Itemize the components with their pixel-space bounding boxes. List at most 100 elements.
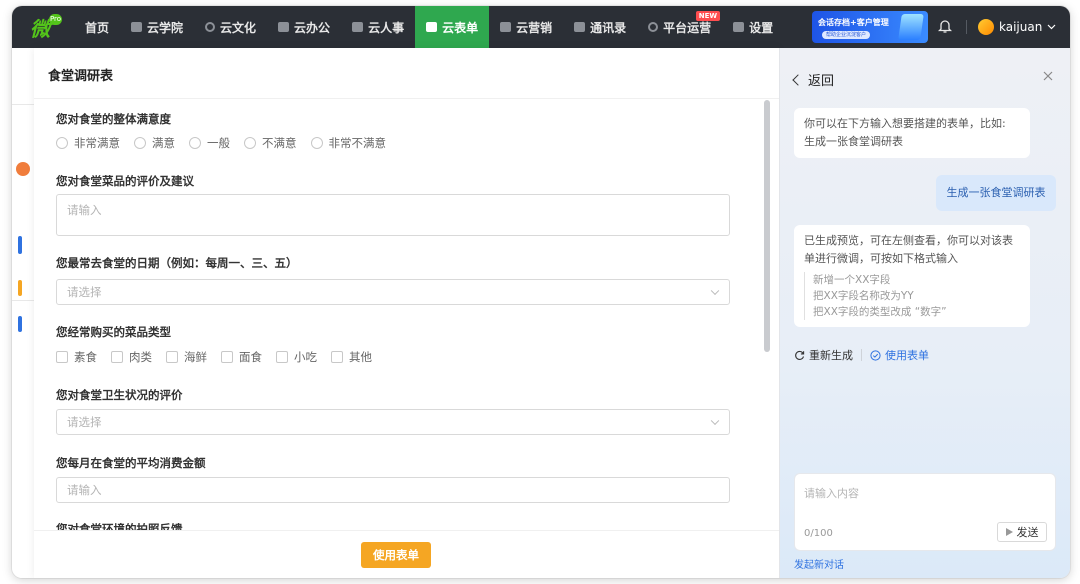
assistant-reply: 已生成预览，可在左侧查看，你可以对该表 单进行微调，可按如下格式输入 新增一个X… bbox=[794, 225, 1030, 327]
nav-label-marketing: 云营销 bbox=[516, 20, 553, 35]
radio-circle[interactable] bbox=[56, 137, 68, 149]
checkbox-option[interactable]: 小吃 bbox=[276, 349, 317, 365]
radio-option[interactable]: 非常不满意 bbox=[310, 135, 387, 151]
nav-item-operations[interactable]: 平台运营 NEW bbox=[637, 6, 722, 48]
nav-item-contacts[interactable]: 通讯录 bbox=[563, 6, 637, 48]
checkbox-box[interactable] bbox=[111, 351, 123, 363]
close-icon[interactable] bbox=[1042, 70, 1054, 82]
chat-input-placeholder: 请输入内容 bbox=[804, 487, 859, 500]
scrollbar[interactable] bbox=[764, 100, 770, 352]
form-footer: 使用表单 bbox=[34, 530, 779, 578]
suggestion-textarea[interactable]: 请输入 bbox=[56, 194, 730, 236]
radio-option[interactable]: 一般 bbox=[189, 135, 230, 151]
banner-title: 会话存档+客户管理 bbox=[818, 18, 889, 27]
checkbox-label: 素食 bbox=[74, 350, 97, 364]
chevron-down-icon bbox=[710, 416, 720, 426]
checkbox-box[interactable] bbox=[56, 351, 68, 363]
question-label: 您最常去食堂的日期（例如：每周一、三、五） bbox=[56, 256, 298, 270]
chat-input-box[interactable]: 请输入内容 0/100 发送 bbox=[794, 473, 1056, 551]
bell-icon[interactable] bbox=[938, 18, 952, 34]
nav-item-form[interactable]: 云表单 bbox=[415, 6, 490, 48]
nav-item-hr[interactable]: 云人事 bbox=[341, 6, 415, 48]
user-message: 生成一张食堂调研表 bbox=[936, 175, 1056, 211]
row-marker bbox=[18, 280, 22, 296]
select-placeholder: 请选择 bbox=[67, 415, 102, 429]
checkbox-option[interactable]: 素食 bbox=[56, 349, 97, 365]
question-label: 您经常购买的菜品类型 bbox=[56, 325, 171, 339]
radio-label: 一般 bbox=[207, 136, 230, 150]
use-form-button[interactable]: 使用表单 bbox=[361, 542, 431, 568]
nav-label-operations: 平台运营 bbox=[663, 20, 712, 35]
send-button[interactable]: 发送 bbox=[997, 522, 1047, 542]
input-placeholder: 请输入 bbox=[67, 483, 102, 497]
checkbox-label: 肉类 bbox=[129, 350, 152, 364]
checkbox-label: 小吃 bbox=[294, 350, 317, 364]
nav-label-contacts: 通讯录 bbox=[590, 20, 627, 35]
checkbox-option[interactable]: 肉类 bbox=[111, 349, 152, 365]
new-badge: NEW bbox=[695, 11, 721, 21]
radio-label: 满意 bbox=[152, 136, 175, 150]
checkbox-option[interactable]: 海鲜 bbox=[166, 349, 207, 365]
avatar bbox=[978, 19, 994, 35]
spending-input[interactable]: 请输入 bbox=[56, 477, 730, 503]
date-select[interactable]: 请选择 bbox=[56, 279, 730, 305]
checkbox-label: 其他 bbox=[349, 350, 372, 364]
back-label: 返回 bbox=[808, 74, 835, 89]
marketing-icon bbox=[500, 22, 512, 32]
check-circle-icon bbox=[870, 349, 881, 361]
back-button[interactable]: 返回 bbox=[792, 70, 835, 89]
send-icon bbox=[1005, 528, 1013, 536]
promo-banner[interactable]: 会话存档+客户管理 帮助企业沉淀客户 bbox=[812, 11, 928, 43]
radio-label: 非常不满意 bbox=[328, 136, 387, 150]
nav-label-form: 云表单 bbox=[442, 20, 479, 35]
checkbox-box[interactable] bbox=[221, 351, 233, 363]
settings-icon bbox=[733, 22, 745, 32]
checkbox-option[interactable]: 面食 bbox=[221, 349, 262, 365]
regenerate-button[interactable]: 重新生成 bbox=[794, 347, 853, 363]
app-window: 微 Pro 首页 云学院 云文化 云办公 云人事 云表单 云营销 通讯录 平台运… bbox=[12, 6, 1070, 578]
radio-circle[interactable] bbox=[310, 137, 323, 149]
radio-option[interactable]: 不满意 bbox=[244, 135, 297, 151]
new-chat-link[interactable]: 发起新对话 bbox=[794, 556, 844, 571]
nav-item-culture[interactable]: 云文化 bbox=[194, 6, 267, 48]
question-label: 您对食堂菜品的评价及建议 bbox=[56, 174, 194, 188]
nav-label-settings: 设置 bbox=[749, 20, 774, 35]
radio-circle[interactable] bbox=[244, 137, 256, 149]
form-body[interactable]: 您对食堂的整体满意度 非常满意 满意 一般 不满意 非常不满意 您对食堂菜品的评… bbox=[34, 98, 779, 530]
checkbox-box[interactable] bbox=[331, 351, 343, 363]
nav-item-academy[interactable]: 云学院 bbox=[120, 6, 194, 48]
nav-item-settings[interactable]: 设置 bbox=[722, 6, 784, 48]
radio-circle[interactable] bbox=[189, 137, 201, 149]
logo-text: 微 bbox=[30, 16, 50, 41]
hr-icon bbox=[352, 22, 364, 32]
nav-item-office[interactable]: 云办公 bbox=[267, 6, 341, 48]
nav-label-academy: 云学院 bbox=[147, 20, 184, 35]
radio-option[interactable]: 满意 bbox=[134, 135, 175, 151]
message-line: 单进行微调，可按如下格式输入 bbox=[804, 252, 958, 265]
divider bbox=[12, 104, 34, 105]
checkbox-option[interactable]: 其他 bbox=[331, 349, 372, 365]
user-menu[interactable]: kaijuan bbox=[978, 6, 1056, 48]
nav-item-home[interactable]: 首页 bbox=[74, 6, 120, 48]
radio-option[interactable]: 非常满意 bbox=[56, 135, 120, 151]
contacts-icon bbox=[574, 22, 586, 32]
example-item: 新增一个XX字段 bbox=[813, 274, 891, 286]
action-divider bbox=[861, 349, 862, 361]
checkbox-group: 素食 肉类 海鲜 面食 小吃 其他 bbox=[56, 349, 372, 365]
divider bbox=[12, 300, 34, 301]
form-preview-panel: 食堂调研表 您对食堂的整体满意度 非常满意 满意 一般 不满意 非常不满意 您对… bbox=[34, 48, 779, 578]
use-form-link[interactable]: 使用表单 bbox=[870, 347, 929, 363]
checkbox-box[interactable] bbox=[276, 351, 288, 363]
chevron-down-icon bbox=[1047, 24, 1056, 30]
radio-circle[interactable] bbox=[134, 137, 146, 149]
row-marker bbox=[18, 236, 22, 254]
checkbox-box[interactable] bbox=[166, 351, 178, 363]
use-form-label: 使用表单 bbox=[885, 349, 929, 362]
message-line: 已生成预览，可在左侧查看，你可以对该表 bbox=[804, 234, 1013, 247]
app-logo[interactable]: 微 Pro bbox=[12, 6, 68, 48]
ai-assistant-panel: 返回 你可以在下方输入想要搭建的表单，比如: 生成一张食堂调研表 生成一张食堂调… bbox=[779, 48, 1070, 578]
hygiene-select[interactable]: 请选择 bbox=[56, 409, 730, 435]
question-label: 您每月在食堂的平均消费金额 bbox=[56, 456, 206, 470]
nav-item-marketing[interactable]: 云营销 bbox=[489, 6, 563, 48]
radio-label: 不满意 bbox=[262, 136, 297, 150]
